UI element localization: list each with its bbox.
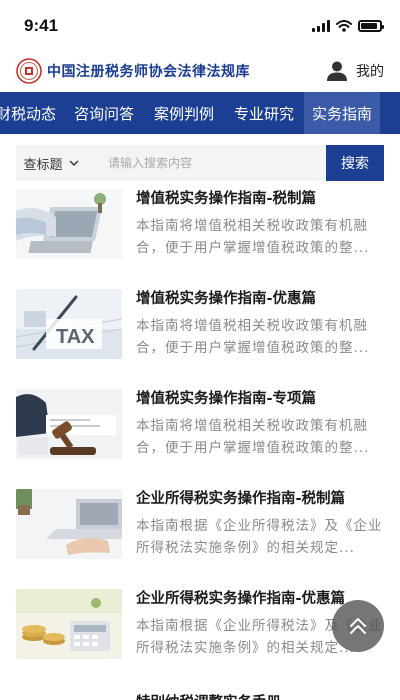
list-item[interactable]: 增值税实务操作指南-专项篇 本指南将增值税相关税收政策有机融合，便于用户掌握增值… <box>16 389 384 489</box>
article-summary: 本指南将增值税相关税收政策有机融合，便于用户掌握增值税政策的整... <box>136 318 370 356</box>
my-account-label: 我的 <box>356 64 384 80</box>
brand: 中国注册税务师协会法律法规库 <box>16 58 250 84</box>
status-icons <box>312 20 384 32</box>
list-item[interactable]: 企业所得税实务操作指南-税制篇 本指南根据《企业所得税法》及《企业所得税法实施条… <box>16 489 384 589</box>
list-item[interactable]: TAX 增值税实务操作指南-优惠篇 本指南将增值税相关税收政策有机融合，便于用户… <box>16 289 384 389</box>
category-nav: 财税动态 咨询问答 案例判例 专业研究 实务指南 <box>0 92 400 134</box>
search-button[interactable]: 搜索 <box>326 145 384 181</box>
article-thumbnail <box>16 389 122 459</box>
article-text: 企业所得税实务操作指南-税制篇 本指南根据《企业所得税法》及《企业所得税法实施条… <box>136 489 384 589</box>
app-header: 中国注册税务师协会法律法规库 我的 <box>0 52 400 90</box>
article-thumbnail <box>16 589 122 659</box>
tab-label: 财税动态 <box>0 104 56 123</box>
status-bar: 9:41 <box>0 0 400 52</box>
search-bar: 查标题 搜索 <box>16 145 384 181</box>
wifi-icon <box>336 20 352 32</box>
svg-text:TAX: TAX <box>56 326 95 348</box>
tab-label: 专业研究 <box>233 104 294 123</box>
search-input[interactable] <box>86 145 326 181</box>
user-icon <box>327 61 347 81</box>
app-title: 中国注册税务师协会法律法规库 <box>47 64 250 80</box>
back-to-top-button[interactable] <box>332 600 384 652</box>
article-summary: 本指南将增值税相关税收政策有机融合，便于用户掌握增值税政策的整... <box>136 218 370 256</box>
search-type-label: 查标题 <box>23 157 63 173</box>
tab-fiscal-news[interactable]: 财税动态 <box>0 92 64 134</box>
article-thumbnail: TAX <box>16 289 122 359</box>
chevron-down-icon <box>69 160 78 166</box>
article-title: 增值税实务操作指南-税制篇 <box>136 191 317 207</box>
article-title: 企业所得税实务操作指南-税制篇 <box>136 491 346 507</box>
double-chevron-up-icon <box>350 618 366 634</box>
article-title: 增值税实务操作指南-专项篇 <box>136 391 317 407</box>
article-summary: 本指南根据《企业所得税法》及《企业所得税法实施条例》的相关规定... <box>136 518 383 556</box>
tab-consultation-qa[interactable]: 咨询问答 <box>64 92 144 134</box>
cellular-signal-icon <box>312 20 330 32</box>
association-seal-logo <box>16 58 42 84</box>
list-item[interactable]: 企业所得税实务操作指南-优惠篇 本指南根据《企业所得税法》及《企业所得税法实施条… <box>16 589 384 689</box>
battery-icon <box>358 20 384 32</box>
article-text: 增值税实务操作指南-专项篇 本指南将增值税相关税收政策有机融合，便于用户掌握增值… <box>136 389 384 489</box>
article-text: 增值税实务操作指南-税制篇 本指南将增值税相关税收政策有机融合，便于用户掌握增值… <box>136 189 384 289</box>
my-account-button[interactable]: 我的 <box>326 60 384 82</box>
tab-label: 案例判例 <box>153 104 214 123</box>
article-text: 增值税实务操作指南-优惠篇 本指南将增值税相关税收政策有机融合，便于用户掌握增值… <box>136 289 384 389</box>
article-thumbnail <box>16 489 122 559</box>
tab-professional-research[interactable]: 专业研究 <box>224 92 304 134</box>
status-time: 9:41 <box>24 16 59 35</box>
list-item[interactable]: 增值税实务操作指南-税制篇 本指南将增值税相关税收政策有机融合，便于用户掌握增值… <box>16 189 384 289</box>
article-title-partial[interactable]: 特别纳税调整实务手册 <box>136 691 384 700</box>
search-type-select[interactable]: 查标题 <box>16 145 86 181</box>
tab-label: 实务指南 <box>311 104 372 123</box>
article-title: 增值税实务操作指南-优惠篇 <box>136 291 317 307</box>
article-summary: 本指南将增值税相关税收政策有机融合，便于用户掌握增值税政策的整... <box>136 418 370 456</box>
article-thumbnail <box>16 189 122 259</box>
tab-practice-guide[interactable]: 实务指南 <box>304 92 380 134</box>
tab-label: 咨询问答 <box>73 104 134 123</box>
tab-case-law[interactable]: 案例判例 <box>144 92 224 134</box>
